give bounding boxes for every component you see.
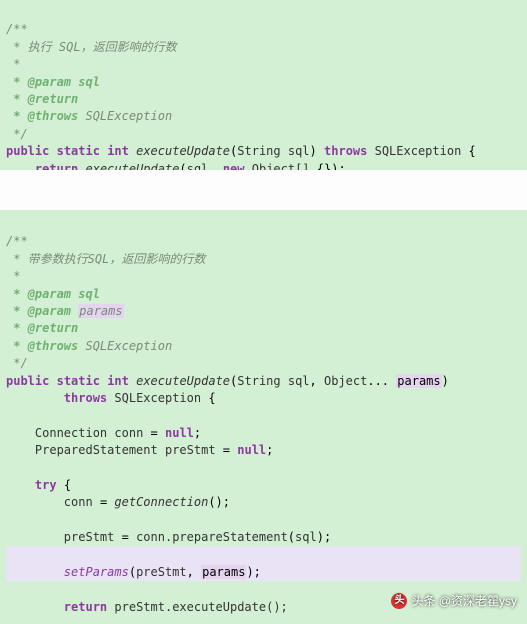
code-block-1: /** * 执行 SQL，返回影响的行数 * * @param sql * @r… [0, 0, 527, 170]
javadoc-open: /** [6, 22, 28, 36]
watermark-icon: 头 [391, 593, 407, 609]
javadoc-desc: * 执行 SQL，返回影响的行数 [6, 40, 177, 54]
method-signature: public static int executeUpdate(String s… [6, 144, 476, 158]
javadoc-close: */ [6, 356, 28, 370]
javadoc-open: /** [6, 234, 28, 248]
javadoc-param1: * @param sql [6, 287, 100, 301]
decl-conn: Connection conn = null; [6, 426, 201, 440]
javadoc-blank: * [6, 269, 20, 283]
assign-conn: conn = getConnection(); [6, 495, 230, 509]
try-open: try { [6, 478, 71, 492]
code-block-2: /** * 带参数执行SQL，返回影响的行数 * * @param sql * … [0, 210, 527, 624]
javadoc-throws: * @throws SQLException [6, 339, 172, 353]
javadoc-return: * @return [6, 321, 78, 335]
javadoc-close: */ [6, 127, 28, 141]
javadoc-param: * @param sql [6, 75, 100, 89]
javadoc-return: * @return [6, 92, 78, 106]
highlighted-line: setParams(preStmt, params); [6, 546, 521, 581]
assign-prestmt: preStmt = conn.prepareStatement(sql); [6, 530, 331, 544]
javadoc-throws: * @throws SQLException [6, 109, 172, 123]
javadoc-param2: * @param params [6, 304, 124, 318]
return-line: return preStmt.executeUpdate(); [6, 600, 288, 614]
return-statement: return executeUpdate(sql, new Object[] {… [6, 162, 346, 170]
decl-prestmt: PreparedStatement preStmt = null; [6, 443, 273, 457]
watermark: 头 头条 @资深老瞿ysy [391, 593, 517, 610]
javadoc-blank: * [6, 57, 20, 71]
gap [0, 170, 527, 210]
watermark-text: 头条 @资深老瞿ysy [411, 593, 517, 610]
method-signature-line2: throws SQLException { [6, 391, 216, 405]
javadoc-desc: * 带参数执行SQL，返回影响的行数 [6, 252, 205, 266]
method-signature-line1: public static int executeUpdate(String s… [6, 374, 449, 388]
